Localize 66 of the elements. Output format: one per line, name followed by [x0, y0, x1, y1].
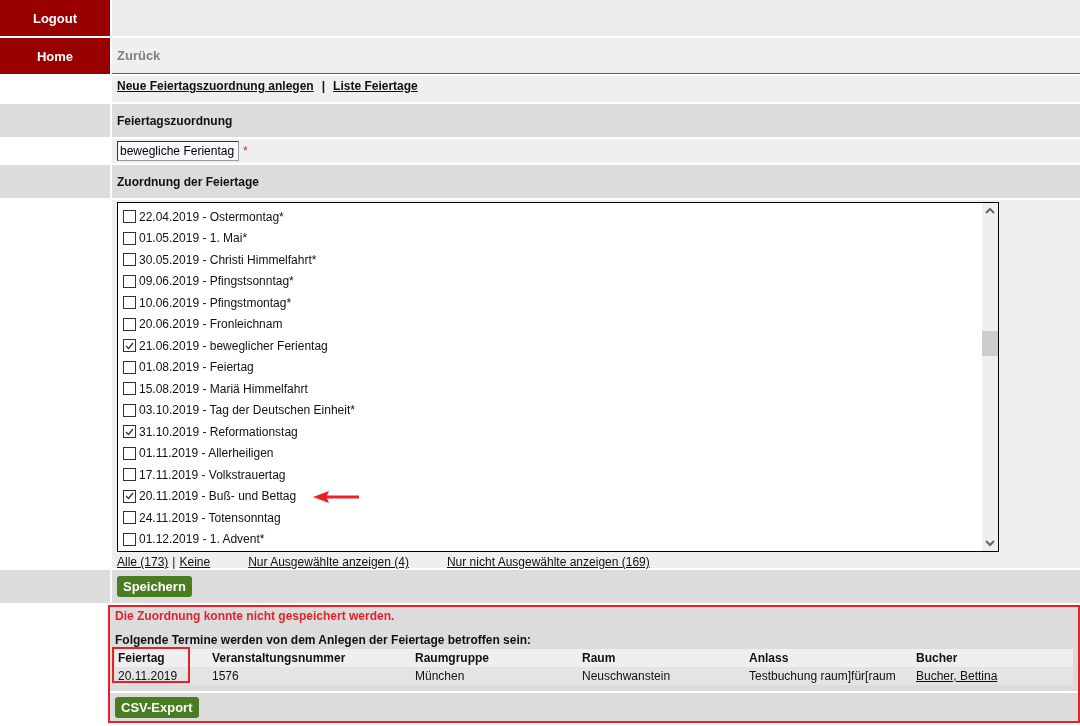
logout-button[interactable]: Logout	[0, 0, 110, 36]
required-mark: *	[243, 144, 248, 158]
checkbox[interactable]	[123, 253, 136, 267]
checkbox[interactable]	[123, 317, 136, 331]
checkbox[interactable]	[123, 339, 136, 353]
show-unselected-link[interactable]: Nur nicht Ausgewählte anzeigen (169)	[446, 555, 650, 569]
link-separator: |	[321, 79, 326, 95]
holiday-label[interactable]: 03.10.2019 - Tag der Deutschen Einheit*	[139, 403, 355, 418]
checkbox[interactable]	[123, 231, 136, 245]
holiday-label[interactable]: 15.08.2019 - Mariä Himmelfahrt	[139, 381, 308, 396]
scroll-down-icon[interactable]	[985, 539, 995, 547]
holiday-label[interactable]: 01.12.2019 - 1. Advent*	[139, 532, 265, 547]
checkbox[interactable]	[123, 382, 136, 396]
holiday-label[interactable]: 22.04.2019 - Ostermontag*	[139, 209, 284, 224]
column-header: Veranstaltungsnummer	[209, 649, 412, 667]
column-header: Raumgruppe	[412, 649, 579, 667]
column-header: Feiertag	[115, 649, 209, 667]
table-cell: München	[412, 667, 579, 685]
new-assignment-link[interactable]: Neue Feiertagszuordnung anlegen	[117, 79, 314, 98]
checkbox[interactable]	[123, 274, 136, 288]
select-none-link[interactable]: Keine	[179, 555, 211, 569]
home-button[interactable]: Home	[0, 38, 110, 74]
section-title: Zuordnung der Feiertage	[117, 174, 259, 189]
column-header: Bucher	[913, 649, 1073, 667]
csv-export-button[interactable]: CSV-Export	[115, 696, 199, 718]
holiday-label[interactable]: 17.11.2019 - Volkstrauertag	[139, 467, 286, 482]
scrollbar-thumb[interactable]	[982, 331, 998, 356]
assignment-name-field[interactable]: bewegliche Ferientag	[117, 141, 239, 161]
holiday-label[interactable]: 21.06.2019 - beweglicher Ferientag	[139, 338, 328, 353]
holiday-label[interactable]: 09.06.2019 - Pfingstsonntag*	[139, 274, 294, 289]
holiday-label[interactable]: 30.05.2019 - Christi Himmelfahrt*	[139, 252, 317, 267]
checkbox[interactable]	[123, 210, 136, 224]
checkbox[interactable]	[123, 468, 136, 482]
checkbox[interactable]	[123, 446, 136, 460]
checkbox[interactable]	[123, 360, 136, 374]
arrow-icon	[311, 489, 361, 504]
checkbox[interactable]	[123, 425, 136, 439]
checkbox[interactable]	[123, 296, 136, 310]
holiday-label[interactable]: 31.10.2019 - Reformationstag	[139, 424, 298, 439]
holiday-list-link[interactable]: Liste Feiertage	[333, 79, 418, 98]
holiday-list[interactable]	[117, 202, 999, 552]
holiday-label[interactable]: 20.11.2019 - Buß- und Bettag	[139, 489, 297, 504]
checkbox[interactable]	[123, 511, 136, 525]
error-message: Die Zuordnung konnte nicht gespeichert werden.	[114, 608, 396, 625]
link-separator: |	[172, 555, 176, 569]
info-text: Folgende Termine werden von dem Anlegen der Feiertage betroffen sein:	[114, 633, 533, 649]
select-all-link[interactable]: Alle (173)	[117, 555, 169, 569]
checkbox[interactable]	[123, 489, 136, 503]
holiday-label[interactable]: 24.11.2019 - Totensonntag	[139, 510, 281, 525]
column-header: Raum	[579, 649, 746, 667]
table-cell: Neuschwanstein	[579, 667, 746, 685]
checkbox[interactable]	[123, 403, 136, 417]
scroll-up-icon[interactable]	[985, 207, 995, 215]
holiday-label[interactable]: 01.05.2019 - 1. Mai*	[139, 231, 248, 246]
holiday-label[interactable]: 10.06.2019 - Pfingstmontag*	[139, 295, 292, 310]
scrollbar[interactable]	[982, 203, 998, 551]
column-header: Anlass	[746, 649, 913, 667]
holiday-label[interactable]: 01.08.2019 - Feiertag	[139, 360, 254, 375]
holiday-label[interactable]: 01.11.2019 - Allerheiligen	[139, 446, 274, 461]
show-selected-link[interactable]: Nur Ausgewählte anzeigen (4)	[248, 555, 409, 569]
table-cell: 1576	[209, 667, 412, 685]
holiday-label[interactable]: 20.06.2019 - Fronleichnam	[139, 317, 283, 332]
table-cell: Testbuchung raum]für[raum	[746, 667, 913, 685]
save-button[interactable]: Speichern	[117, 576, 192, 597]
checkbox[interactable]	[123, 532, 136, 546]
section-title: Feiertagszuordnung	[117, 113, 233, 128]
